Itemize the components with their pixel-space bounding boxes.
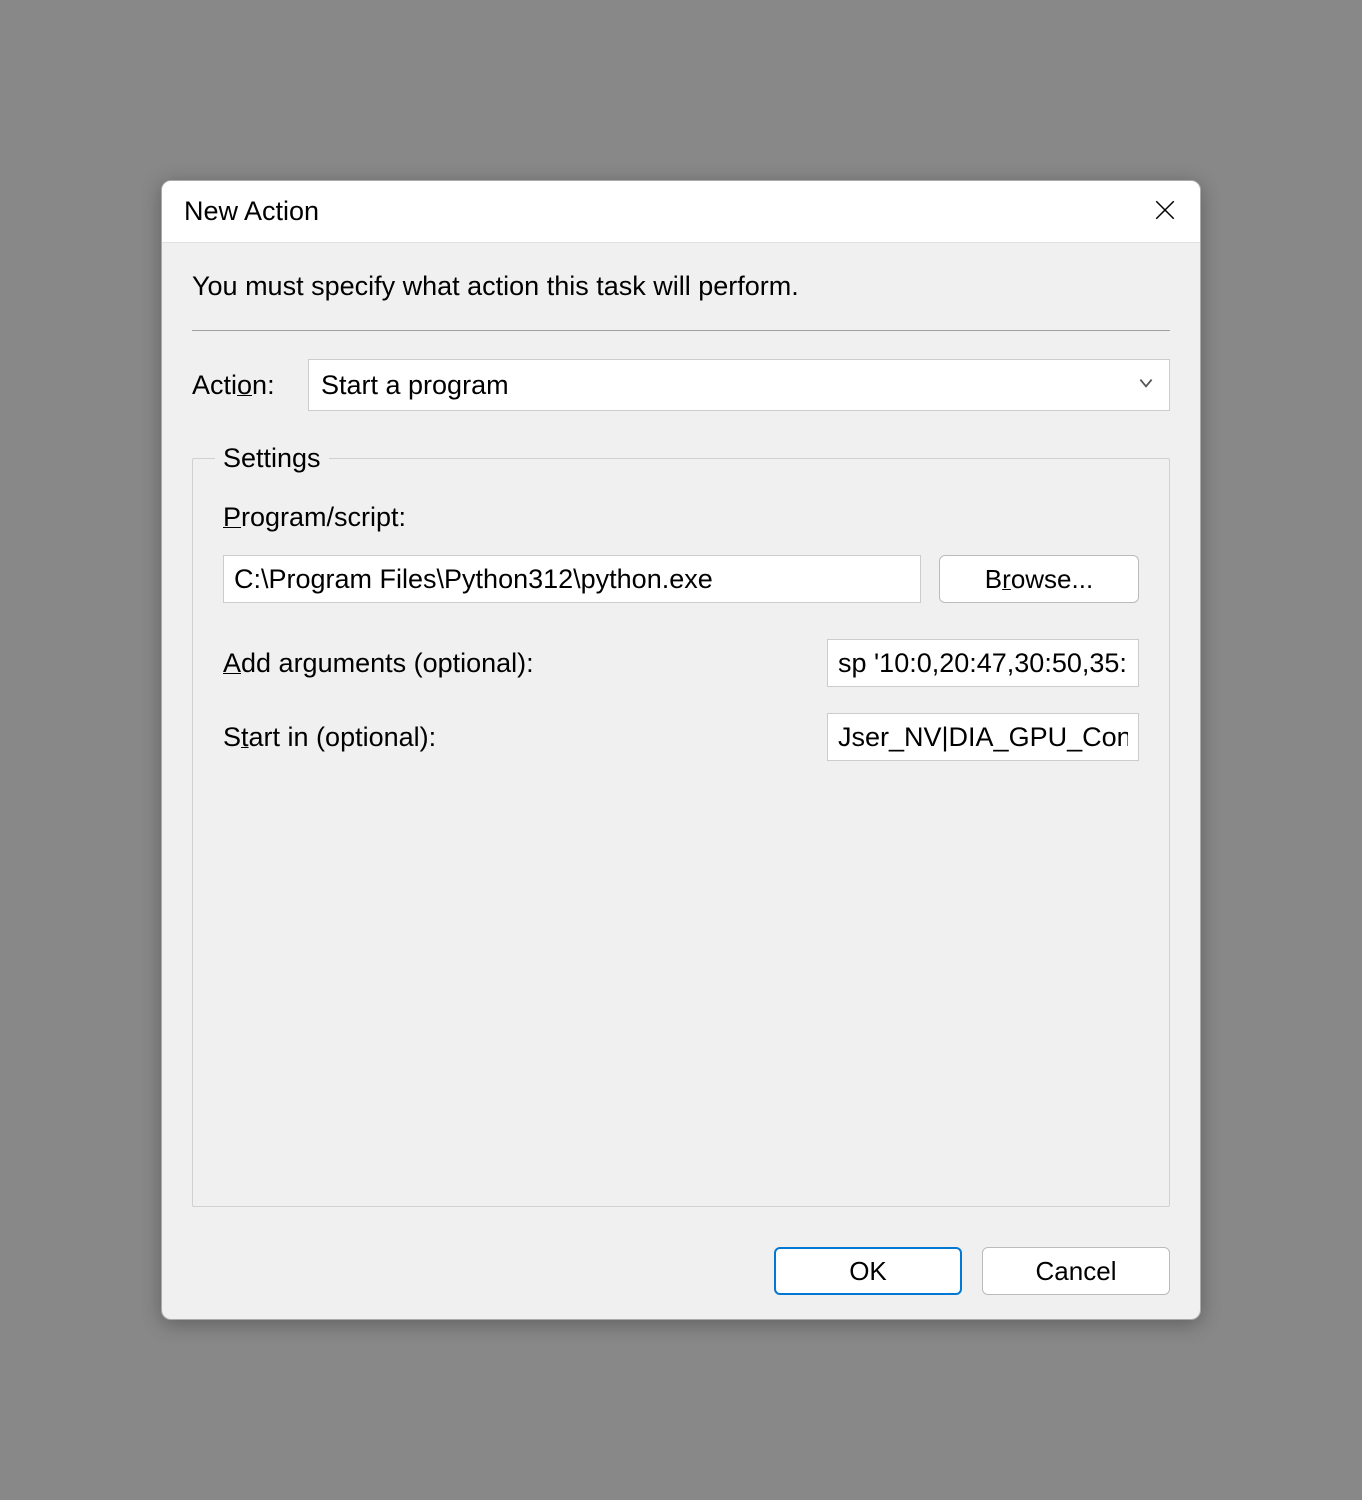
settings-group: Settings Program/script: Browse... Add a… xyxy=(192,443,1170,1207)
dialog-content: You must specify what action this task w… xyxy=(162,243,1200,1227)
new-action-dialog: New Action You must specify what action … xyxy=(161,180,1201,1320)
settings-legend: Settings xyxy=(215,443,329,474)
arguments-input[interactable] xyxy=(827,639,1139,687)
chevron-down-icon xyxy=(1137,374,1155,396)
dialog-title: New Action xyxy=(184,196,319,227)
startin-input[interactable] xyxy=(827,713,1139,761)
action-dropdown-value: Start a program xyxy=(321,370,509,401)
program-input[interactable] xyxy=(223,555,921,603)
ok-button[interactable]: OK xyxy=(774,1247,962,1295)
startin-row: Start in (optional): xyxy=(223,713,1139,761)
spacer xyxy=(223,787,1139,1176)
close-icon xyxy=(1155,200,1175,224)
close-button[interactable] xyxy=(1142,189,1188,235)
action-row: Action: Start a program xyxy=(192,359,1170,411)
action-dropdown[interactable]: Start a program xyxy=(308,359,1170,411)
instruction-text: You must specify what action this task w… xyxy=(192,271,1170,302)
arguments-row: Add arguments (optional): xyxy=(223,639,1139,687)
titlebar: New Action xyxy=(162,181,1200,243)
cancel-button[interactable]: Cancel xyxy=(982,1247,1170,1295)
program-section: Program/script: Browse... xyxy=(223,502,1139,603)
startin-label: Start in (optional): xyxy=(223,722,436,753)
program-label: Program/script: xyxy=(223,502,1139,533)
button-row: OK Cancel xyxy=(162,1227,1200,1319)
action-label: Action: xyxy=(192,370,296,401)
divider xyxy=(192,330,1170,331)
browse-button[interactable]: Browse... xyxy=(939,555,1139,603)
arguments-label: Add arguments (optional): xyxy=(223,648,534,679)
